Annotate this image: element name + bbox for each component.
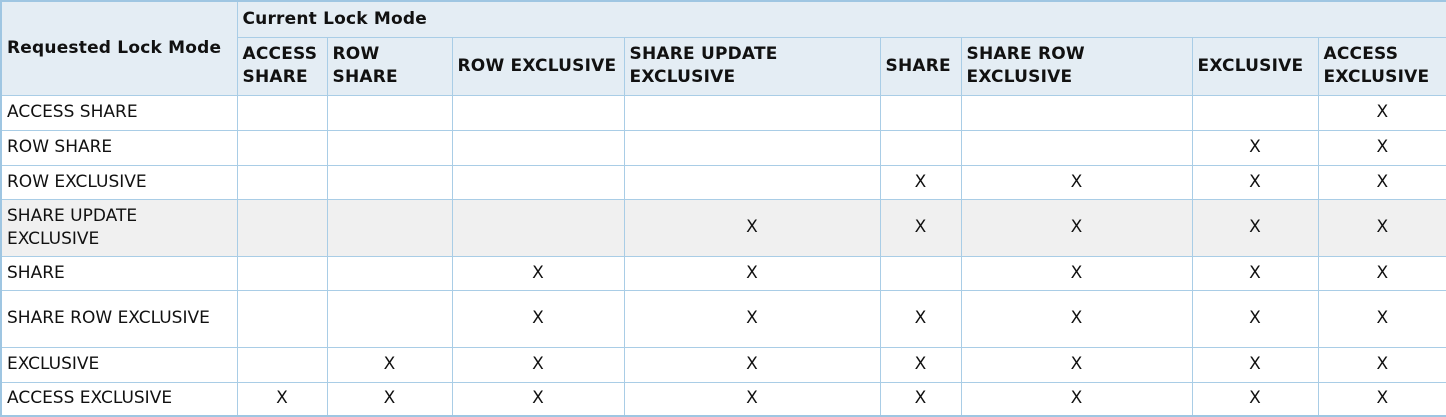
conflict-cell: X: [623, 255, 881, 291]
conflict-cell: X: [451, 381, 625, 417]
conflict-cell: X: [1317, 255, 1446, 291]
conflict-cell: X: [1317, 129, 1446, 166]
table-row: SHARE UPDATE EXCLUSIVE X X X X X: [0, 198, 1446, 257]
conflict-cell: [879, 255, 962, 291]
conflict-cell: X: [1317, 164, 1446, 200]
conflict-cell: [879, 129, 962, 166]
requested-lock-mode-header: Requested Lock Mode: [0, 0, 238, 96]
conflict-cell: X: [879, 198, 962, 257]
conflict-cell: [623, 164, 881, 200]
conflict-cell: [326, 129, 453, 166]
conflict-cell: [236, 198, 328, 257]
row-label-row-exclusive: ROW EXCLUSIVE: [0, 164, 238, 200]
column-header-access-share: ACCESS SHARE: [236, 36, 328, 96]
conflict-cell: X: [1317, 94, 1446, 131]
conflict-cell: [236, 94, 328, 131]
conflict-cell: X: [1317, 198, 1446, 257]
conflict-cell: X: [960, 198, 1193, 257]
conflict-cell: X: [326, 346, 453, 383]
conflict-cell: X: [960, 289, 1193, 348]
conflict-cell: X: [960, 255, 1193, 291]
conflict-cell: X: [451, 289, 625, 348]
conflict-cell: [326, 164, 453, 200]
conflict-cell: X: [623, 381, 881, 417]
conflict-cell: X: [960, 164, 1193, 200]
conflict-cell: [623, 94, 881, 131]
conflict-cell: [326, 255, 453, 291]
conflict-cell: [326, 94, 453, 131]
table-row: SHARE ROW EXCLUSIVE X X X X X X: [0, 289, 1446, 348]
table-row: EXCLUSIVE X X X X X X X: [0, 346, 1446, 383]
table-row: SHARE X X X X X: [0, 255, 1446, 291]
row-label-share-update-exclusive: SHARE UPDATE EXCLUSIVE: [0, 198, 238, 257]
conflict-cell: [960, 129, 1193, 166]
conflict-cell: [960, 94, 1193, 131]
conflict-cell: [451, 129, 625, 166]
lock-conflict-table: Requested Lock Mode Current Lock Mode AC…: [0, 0, 1446, 417]
conflict-cell: [451, 94, 625, 131]
conflict-cell: X: [879, 381, 962, 417]
conflict-cell: X: [1191, 289, 1319, 348]
column-header-row-share: ROW SHARE: [326, 36, 453, 96]
conflict-cell: X: [1317, 346, 1446, 383]
column-header-access-exclusive: ACCESS EXCLUSIVE: [1317, 36, 1446, 96]
conflict-cell: X: [960, 381, 1193, 417]
column-header-exclusive: EXCLUSIVE: [1191, 36, 1319, 96]
conflict-cell: X: [1191, 198, 1319, 257]
conflict-cell: X: [1191, 346, 1319, 383]
conflict-cell: X: [451, 255, 625, 291]
conflict-cell: X: [1317, 289, 1446, 348]
conflict-cell: [236, 346, 328, 383]
conflict-cell: X: [879, 346, 962, 383]
column-header-share: SHARE: [879, 36, 962, 96]
conflict-cell: X: [326, 381, 453, 417]
conflict-cell: [1191, 94, 1319, 131]
conflict-cell: [236, 289, 328, 348]
conflict-cell: [236, 164, 328, 200]
column-header-share-row-exclusive: SHARE ROW EXCLUSIVE: [960, 36, 1193, 96]
column-header-share-update-exclusive: SHARE UPDATE EXCLUSIVE: [623, 36, 881, 96]
conflict-cell: X: [1191, 129, 1319, 166]
conflict-cell: X: [879, 164, 962, 200]
row-label-exclusive: EXCLUSIVE: [0, 346, 238, 383]
conflict-cell: X: [1191, 164, 1319, 200]
table-row: ACCESS SHARE X: [0, 94, 1446, 131]
conflict-cell: [451, 164, 625, 200]
conflict-cell: [879, 94, 962, 131]
conflict-cell: [623, 129, 881, 166]
conflict-cell: [236, 255, 328, 291]
conflict-cell: X: [236, 381, 328, 417]
row-label-share-row-exclusive: SHARE ROW EXCLUSIVE: [0, 289, 238, 348]
conflict-cell: X: [960, 346, 1193, 383]
conflict-cell: [326, 289, 453, 348]
row-label-access-share: ACCESS SHARE: [0, 94, 238, 131]
row-label-access-exclusive: ACCESS EXCLUSIVE: [0, 381, 238, 417]
table-row: ROW EXCLUSIVE X X X X: [0, 164, 1446, 200]
conflict-cell: X: [1191, 255, 1319, 291]
conflict-cell: [326, 198, 453, 257]
row-label-row-share: ROW SHARE: [0, 129, 238, 166]
conflict-cell: X: [1191, 381, 1319, 417]
conflict-cell: X: [1317, 381, 1446, 417]
table-row: ACCESS EXCLUSIVE X X X X X X X X: [0, 381, 1446, 417]
conflict-cell: X: [623, 346, 881, 383]
conflict-cell: [236, 129, 328, 166]
table-row: ROW SHARE X X: [0, 129, 1446, 166]
current-lock-mode-header: Current Lock Mode: [236, 0, 1446, 38]
conflict-cell: X: [623, 289, 881, 348]
conflict-cell: X: [623, 198, 881, 257]
row-label-share: SHARE: [0, 255, 238, 291]
conflict-cell: [451, 198, 625, 257]
conflict-cell: X: [451, 346, 625, 383]
column-header-row-exclusive: ROW EXCLUSIVE: [451, 36, 625, 96]
conflict-cell: X: [879, 289, 962, 348]
